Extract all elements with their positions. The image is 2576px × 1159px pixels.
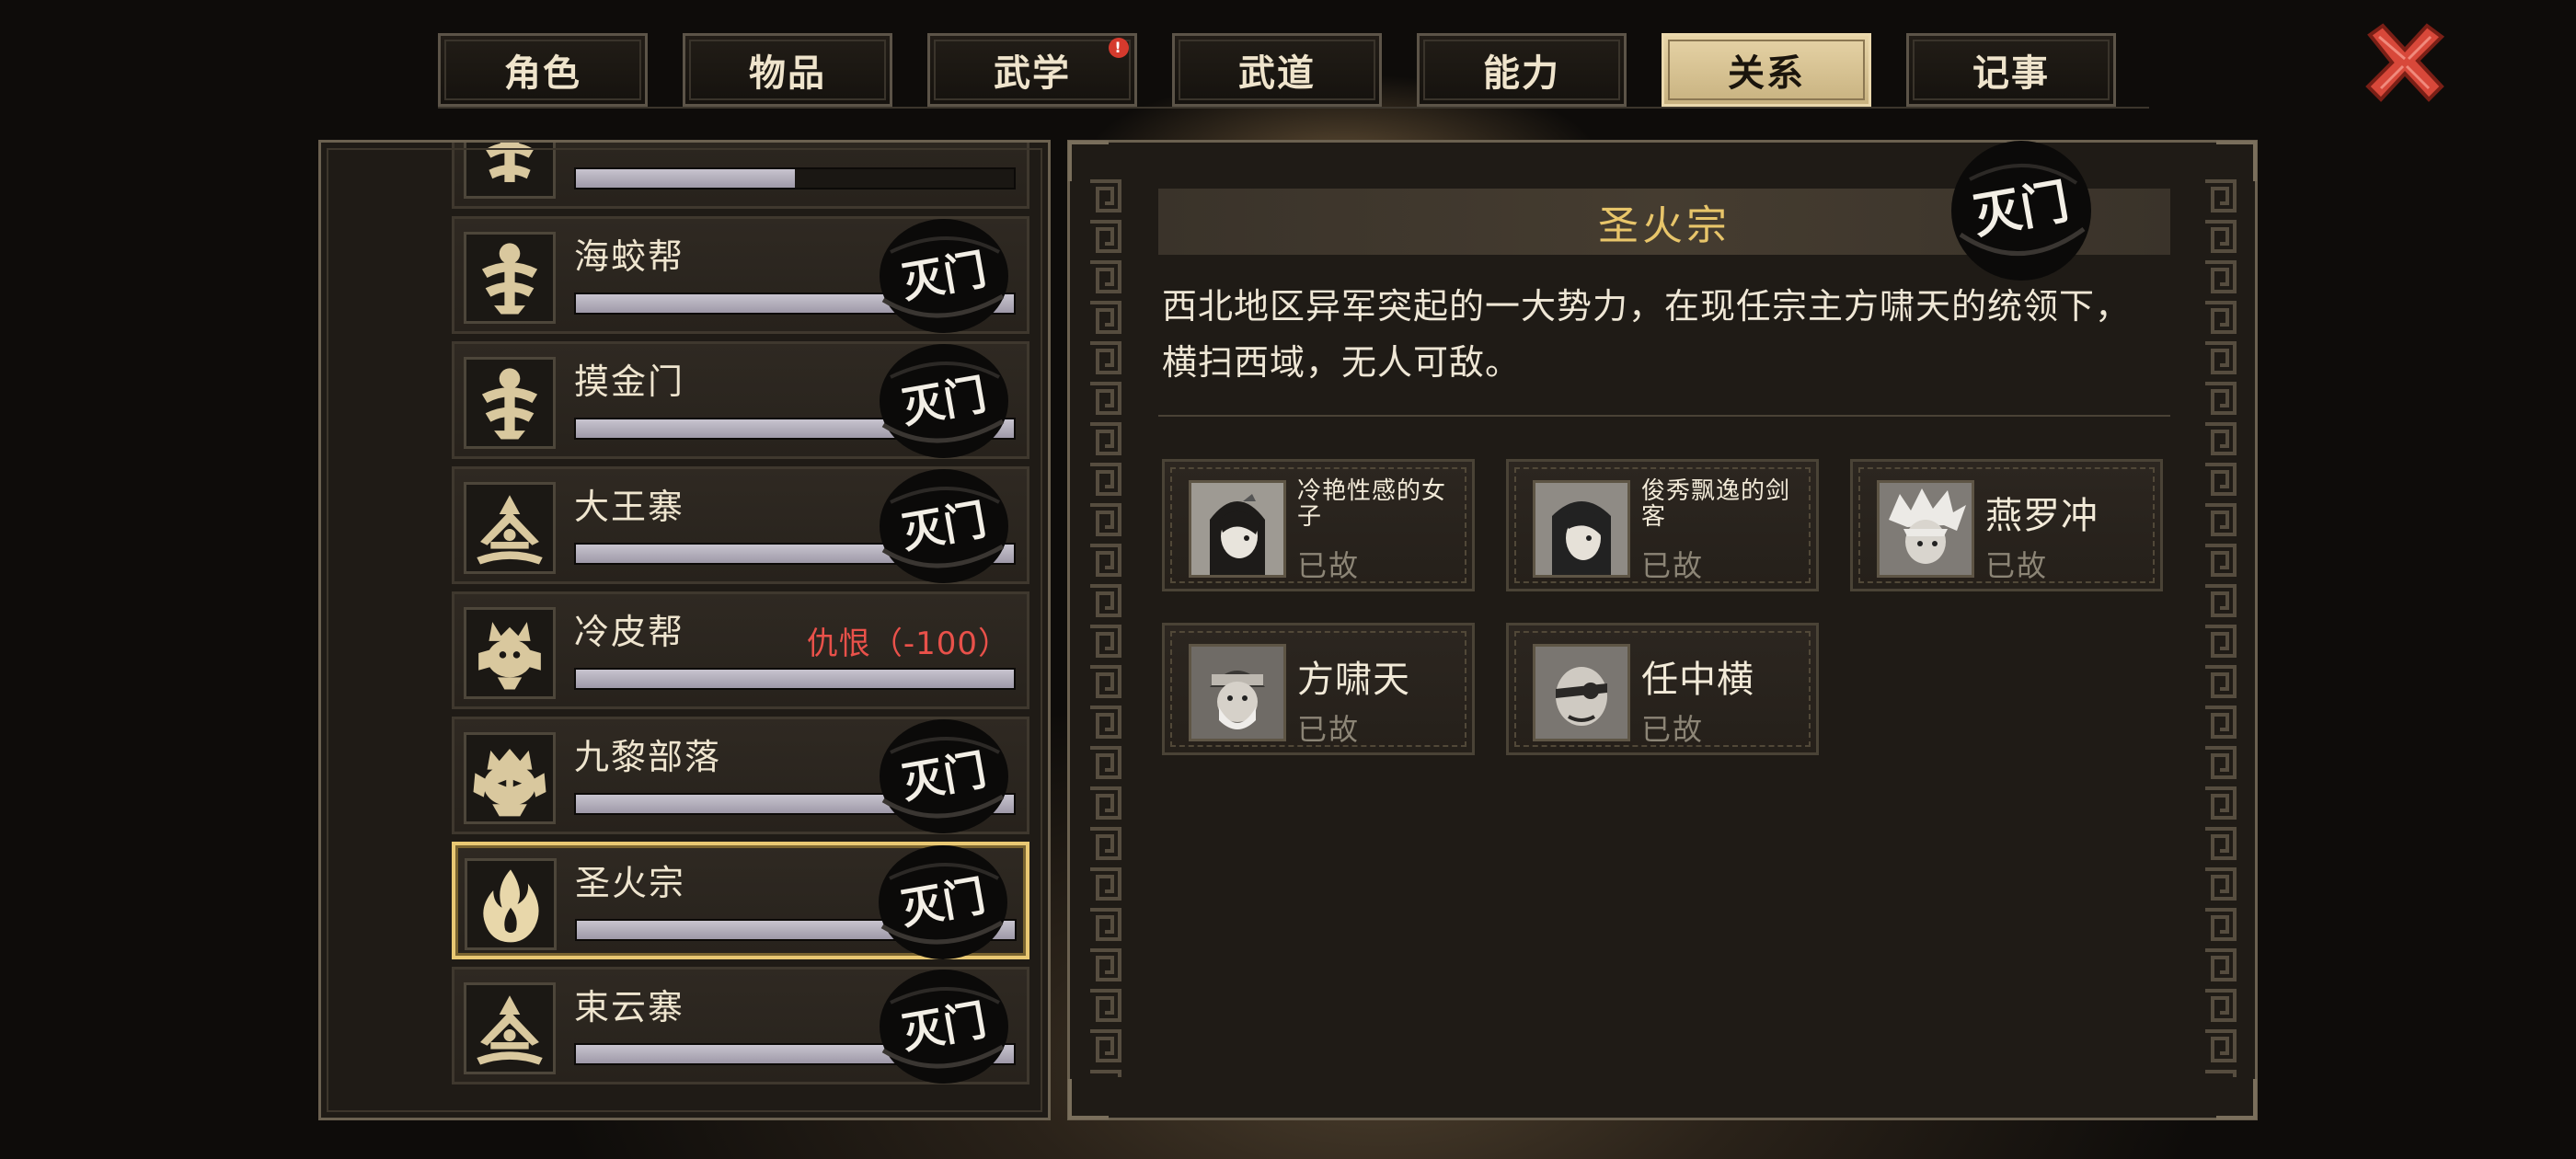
relation-status: 仇恨（-100） (806, 625, 1010, 662)
tab-abilities[interactable]: 能力 (1417, 33, 1627, 107)
member-name: 燕罗冲 (1985, 495, 2099, 537)
faction-row[interactable]: 九黎部落 灭门 (452, 717, 1029, 834)
clan-emblem-icon (485, 143, 535, 182)
tab-label: 关系 (1728, 52, 1805, 95)
clan-emblem-icon (481, 368, 538, 440)
flame-emblem-icon (483, 869, 539, 943)
portrait-avatar (1189, 480, 1286, 578)
destroyed-stamp-icon: 灭门 (880, 469, 1008, 583)
tab-label: 能力 (1483, 52, 1560, 95)
bearded-elder-portrait-icon (1191, 647, 1283, 739)
member-status: 已故 (1297, 712, 1361, 747)
faction-row[interactable]: 大王寨 灭门 (452, 466, 1029, 584)
bar-fill (576, 670, 1014, 688)
woman-portrait-icon (1191, 483, 1283, 575)
beast-emblem-icon (478, 622, 541, 690)
tab-character[interactable]: 角色 (438, 33, 648, 107)
faction-reputation-bar (574, 167, 1016, 189)
portrait-avatar (1533, 480, 1630, 578)
frame-corner (1068, 1079, 1109, 1119)
destroyed-stamp-icon: 灭门 (880, 344, 1008, 458)
destroyed-stamp-icon: 灭门 (880, 719, 1008, 833)
faction-emblem (464, 982, 556, 1074)
member-card[interactable]: 冷艳性感的女子 已故 (1162, 459, 1475, 591)
fortress-emblem-icon (477, 495, 543, 565)
close-button[interactable] (2361, 18, 2449, 107)
notification-badge: ! (1109, 38, 1129, 58)
tab-martial-arts[interactable]: 武学! (927, 33, 1137, 107)
tab-journal[interactable]: 记事 (1906, 33, 2116, 107)
member-status: 已故 (1641, 712, 1705, 747)
member-card[interactable]: 俊秀飘逸的剑客 已故 (1506, 459, 1819, 591)
faction-list-panel[interactable]: 海蛟帮 灭门 摸金门 灭门 大王寨 灭门 冷皮帮 仇恨（-100） 九黎部落 灭… (318, 140, 1051, 1120)
tab-relations[interactable]: 关系 (1662, 33, 1871, 107)
faction-row[interactable]: 束云寨 灭门 (452, 967, 1029, 1084)
member-card[interactable]: 方啸天 已故 (1162, 623, 1475, 755)
faction-emblem (464, 607, 556, 699)
member-name: 任中横 (1641, 659, 1754, 701)
faction-description: 西北地区异军突起的一大势力，在现任宗主方啸天的统领下， 横扫西域，无人可敌。 (1162, 279, 2174, 391)
faction-name: 摸金门 (574, 361, 685, 402)
member-status: 已故 (1297, 548, 1361, 583)
faction-name: 束云寨 (574, 987, 685, 1027)
tribe-emblem-icon (473, 749, 546, 817)
portrait-avatar (1189, 644, 1286, 741)
faction-row-selected[interactable]: 圣火宗 灭门 (452, 842, 1029, 959)
tab-label: 角色 (504, 52, 581, 95)
member-status: 已故 (1985, 548, 2049, 583)
tab-label: 武学 (994, 52, 1071, 95)
member-name: 方啸天 (1297, 659, 1410, 701)
tab-label: 武道 (1238, 52, 1316, 95)
clan-emblem-icon (481, 243, 538, 315)
meander-border-left (1085, 176, 1125, 1077)
destroyed-stamp-icon: 灭门 (880, 219, 1008, 333)
section-divider (1158, 415, 2170, 417)
faction-row[interactable]: 海蛟帮 灭门 (452, 216, 1029, 334)
close-x-icon (2365, 23, 2445, 102)
faction-row[interactable]: 摸金门 灭门 (452, 341, 1029, 459)
member-status: 已故 (1641, 548, 1705, 583)
meander-border-right (2200, 176, 2240, 1077)
portrait-avatar (1877, 480, 1974, 578)
bar-fill (576, 169, 795, 188)
faction-emblem (464, 357, 556, 449)
faction-name: 海蛟帮 (574, 236, 685, 277)
destroyed-stamp-icon: 灭门 (1951, 141, 2091, 281)
tab-martial-way[interactable]: 武道 (1172, 33, 1382, 107)
tab-items[interactable]: 物品 (683, 33, 892, 107)
faction-row[interactable]: 冷皮帮 仇恨（-100） (452, 591, 1029, 709)
destroyed-stamp-icon: 灭门 (879, 845, 1007, 959)
faction-emblem (464, 143, 556, 199)
faction-detail-panel: 圣火宗 灭门 西北地区异军突起的一大势力，在现任宗主方啸天的统领下， 横扫西域，… (1067, 140, 2258, 1120)
portrait-avatar (1533, 644, 1630, 741)
member-name: 俊秀飘逸的剑客 (1641, 477, 1791, 531)
member-card[interactable]: 燕罗冲 已故 (1850, 459, 2163, 591)
faction-name: 大王寨 (574, 487, 685, 527)
faction-emblem (465, 858, 557, 950)
faction-emblem (464, 232, 556, 324)
spiky-hair-portrait-icon (1880, 483, 1972, 575)
tab-bar-divider (438, 107, 2149, 109)
bald-eyepatch-portrait-icon (1535, 647, 1627, 739)
faction-row[interactable] (452, 143, 1029, 209)
fortress-emblem-icon (477, 995, 543, 1065)
faction-name: 九黎部落 (574, 737, 722, 777)
description-line: 横扫西域，无人可敌。 (1162, 342, 1522, 383)
faction-emblem (464, 732, 556, 824)
frame-corner (2216, 1079, 2257, 1119)
faction-title: 圣火宗 (1598, 202, 1731, 249)
description-line: 西北地区异军突起的一大势力，在现任宗主方啸天的统领下， (1162, 286, 2132, 327)
faction-name: 圣火宗 (575, 863, 686, 903)
tab-label: 记事 (1972, 52, 2050, 95)
tab-label: 物品 (749, 52, 826, 95)
faction-name: 冷皮帮 (574, 612, 685, 652)
destroyed-stamp-icon: 灭门 (880, 970, 1008, 1084)
swordsman-portrait-icon (1535, 483, 1627, 575)
member-card[interactable]: 任中横 已故 (1506, 623, 1819, 755)
faction-reputation-bar (574, 668, 1016, 690)
faction-emblem (464, 482, 556, 574)
member-name: 冷艳性感的女子 (1297, 477, 1447, 531)
